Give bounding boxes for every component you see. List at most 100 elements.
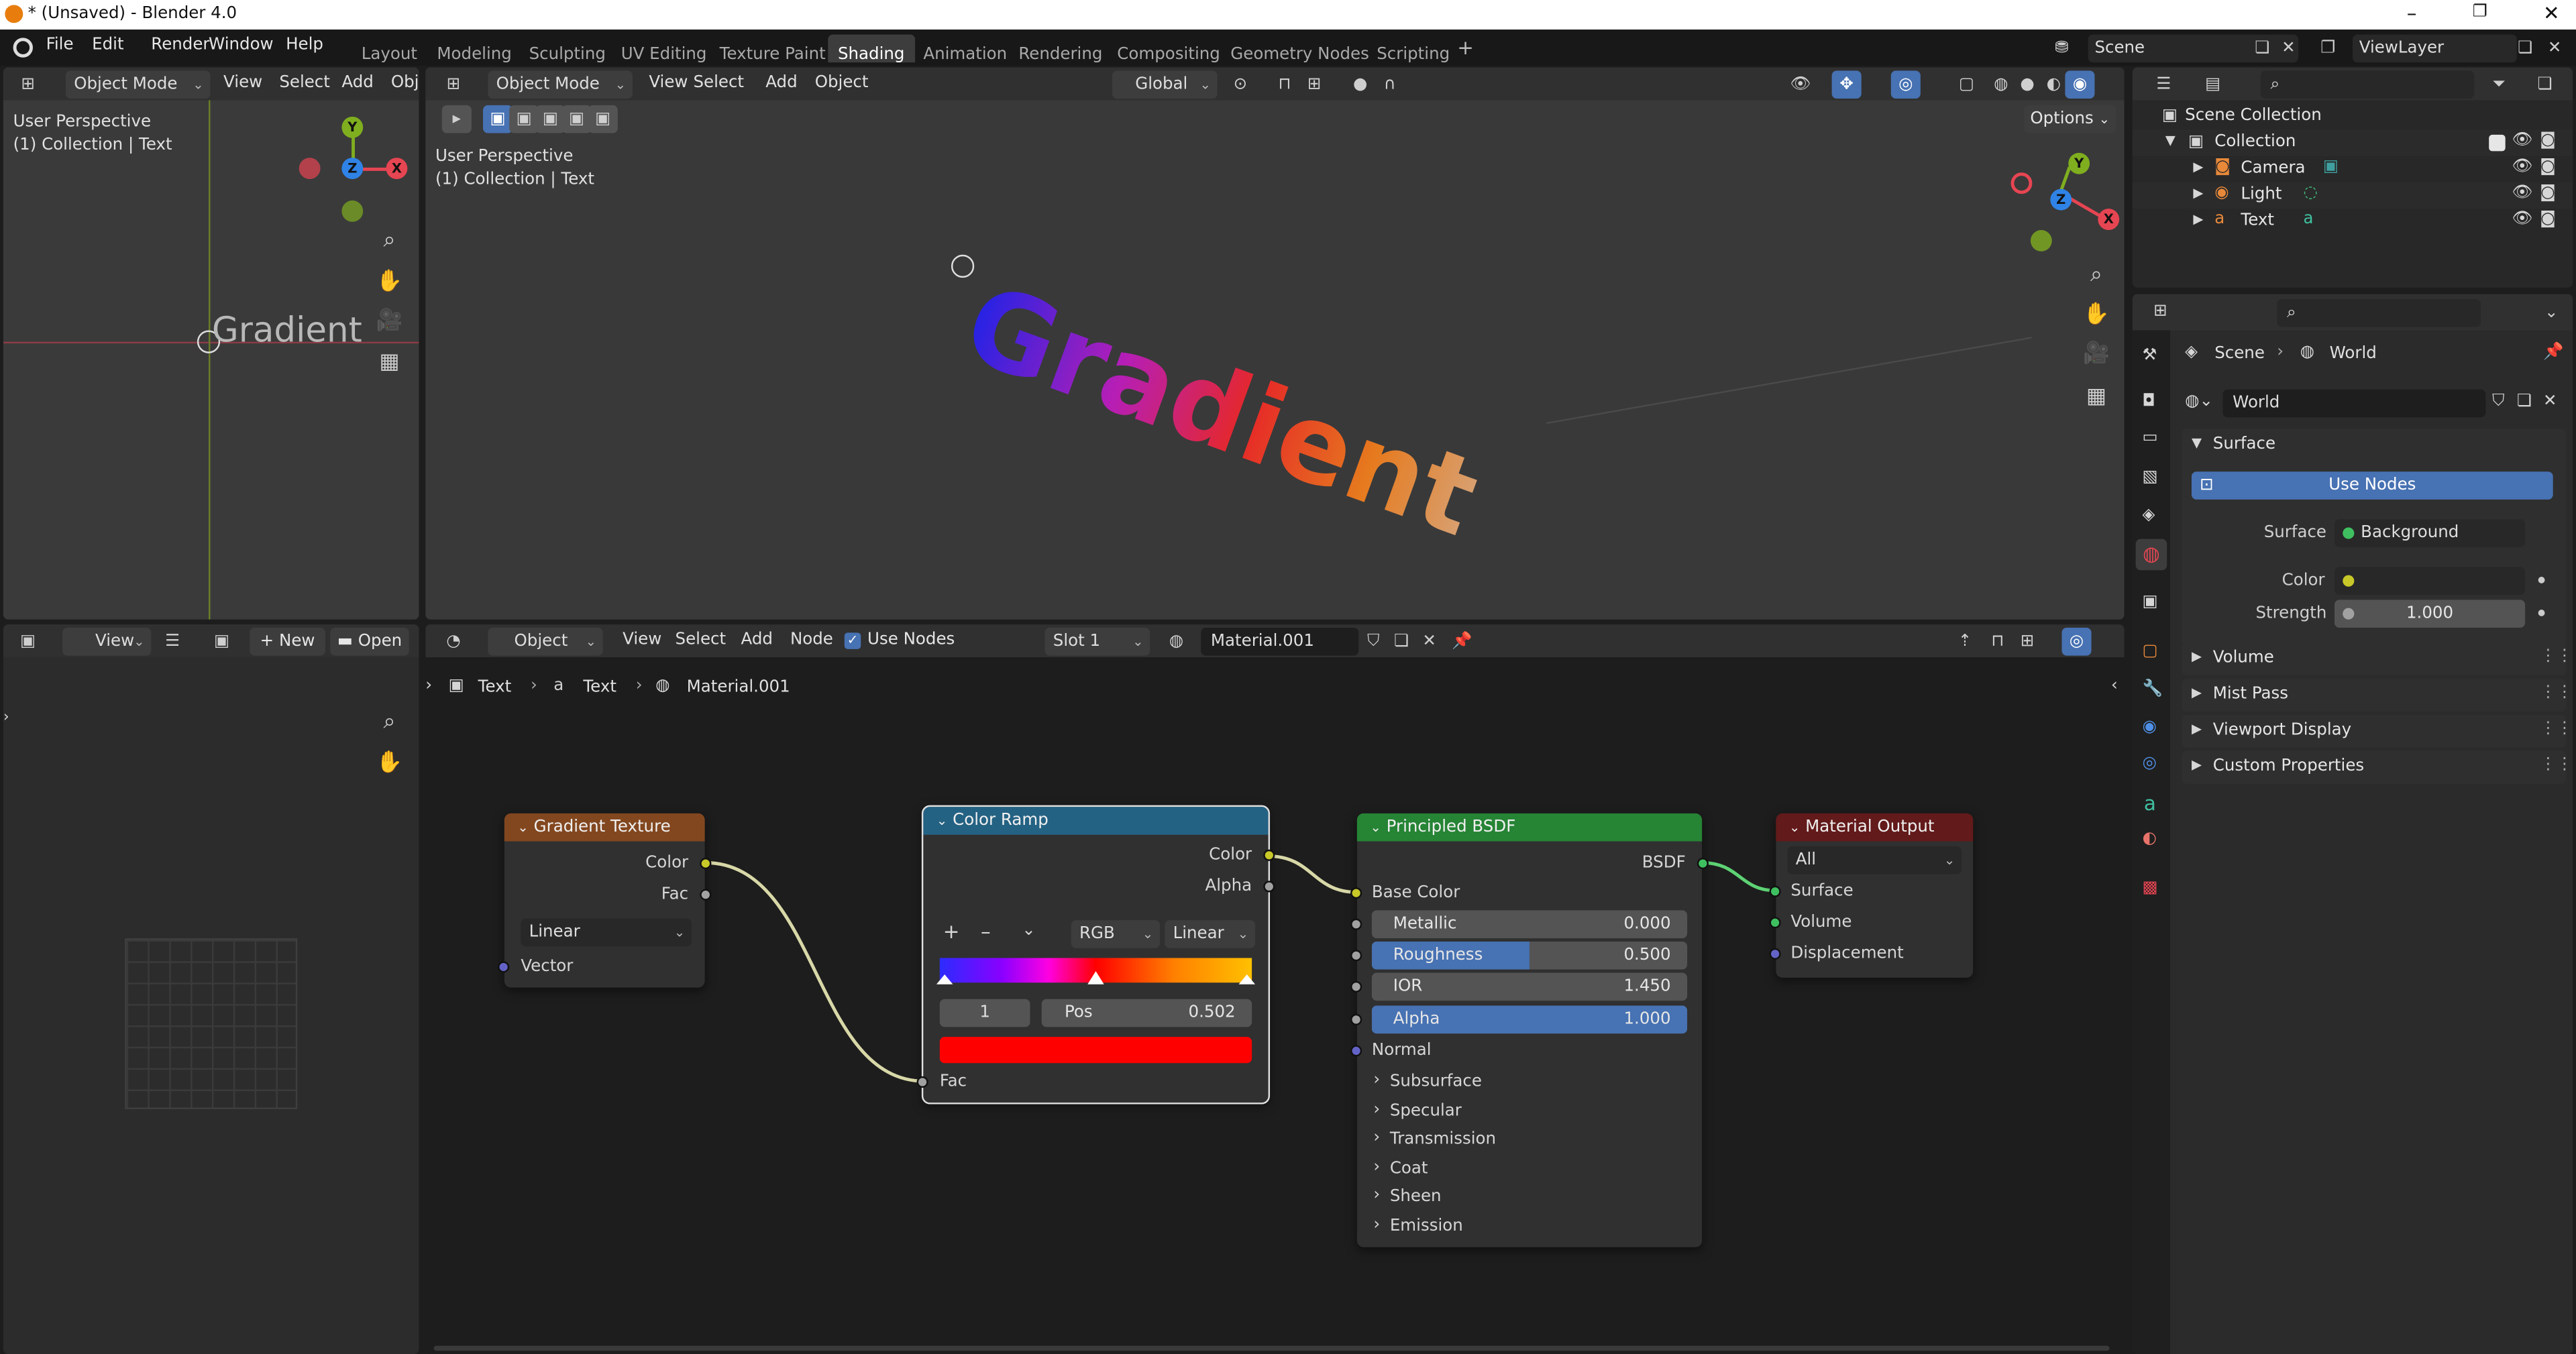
ramp-stop-2[interactable]	[1238, 974, 1256, 984]
section-chevron-icon[interactable]: ›	[1373, 1072, 1380, 1090]
main-text-object[interactable]: Gradient	[949, 260, 1493, 561]
select-extend-icon[interactable]: ▣	[509, 105, 539, 133]
outliner-row-camera[interactable]: ▶ ◙ Camera ▣ 👁 ◙	[2133, 156, 2573, 182]
grid-view-icon[interactable]: ▦	[371, 345, 407, 382]
visibility-eye-icon[interactable]: 👁	[2512, 158, 2532, 176]
maximize-icon[interactable]: ❐	[2473, 3, 2487, 21]
sidebar-toggle-icon[interactable]: ›	[3, 710, 9, 727]
render-camera-icon[interactable]: ◙	[2540, 131, 2556, 150]
bsdf-in-roughness-socket[interactable]	[1350, 950, 1362, 962]
outliner-row-light[interactable]: ▶ ◉ Light ◌ 👁 ◙	[2132, 182, 2573, 209]
keyframe-dot-icon[interactable]	[2538, 577, 2545, 583]
filter-icon[interactable]: ⏷	[2484, 70, 2514, 99]
image-editor[interactable]: ▣ View ⌄ ☰ ▣ + New ▬ Open › ⌕ ✋	[3, 624, 419, 1354]
bsdf-in-metallic-socket[interactable]	[1350, 918, 1362, 930]
scene-tab-icon[interactable]: ◈	[2142, 506, 2155, 524]
overlay-toggle-icon[interactable]: ◎	[1890, 70, 1921, 99]
scene-selector-icon[interactable]: ⛃	[2047, 34, 2076, 62]
xray-icon[interactable]: ▢	[1951, 70, 1981, 99]
gradient-out-fac-socket[interactable]	[700, 889, 712, 901]
gradient-texture-node[interactable]: ⌄ Gradient Texture Color Fac Linear ⌄ Vec…	[498, 813, 712, 988]
menu-add[interactable]: Add	[765, 74, 797, 92]
render-camera-icon[interactable]: ◙	[2540, 158, 2556, 176]
solid-shading-icon[interactable]: ●	[2012, 70, 2042, 99]
bsdf-in-alpha-socket[interactable]	[1350, 1013, 1362, 1025]
workspace-tab-modeling[interactable]: Modeling	[427, 34, 522, 64]
menu-view[interactable]: View	[223, 74, 262, 92]
editor-type-icon[interactable]: ⊞	[13, 70, 43, 99]
falloff-icon[interactable]: ∩	[1375, 70, 1405, 99]
section-chevron-icon[interactable]: ›	[1373, 1129, 1380, 1147]
ramp-stop-index-field[interactable]: 1	[939, 999, 1030, 1027]
pan-hand-icon[interactable]: ✋	[371, 746, 407, 782]
duplicate-world-icon[interactable]: ❏	[2517, 393, 2532, 411]
world-name-field[interactable]: World	[2222, 389, 2486, 418]
output-in-displacement-socket[interactable]	[1769, 948, 1781, 960]
collection-checkbox[interactable]	[2489, 134, 2506, 152]
ramp-out-alpha-socket[interactable]	[1263, 881, 1275, 893]
ramp-in-fac-socket[interactable]	[916, 1076, 928, 1088]
world-browse-icon[interactable]: ◍⌄	[2185, 393, 2213, 411]
section-expand-icon[interactable]: ▼	[2192, 435, 2202, 450]
gradient-out-color-socket[interactable]	[700, 858, 712, 870]
menu-add[interactable]: Add	[341, 74, 373, 92]
outliner[interactable]: ☰ ▤ ⌕ ⏷ ❏ ▣ Scene Collection ▼ ▣ Collect…	[2132, 67, 2573, 288]
pin-icon[interactable]: 📌	[2543, 343, 2563, 361]
properties-search-input[interactable]: ⌕	[2277, 298, 2481, 327]
new-view-layer-icon[interactable]: ❏	[2510, 34, 2540, 62]
drag-handle-icon[interactable]: ⋮⋮	[2540, 683, 2573, 701]
surface-shader-field[interactable]: Background	[2334, 519, 2526, 547]
bsdf-section-coat[interactable]: › Coat	[1372, 1156, 1684, 1182]
workspace-tab-scripting[interactable]: Scripting	[1367, 34, 1460, 64]
properties-editor[interactable]: ⊞ ⌕ ⌄ ⚒ ◘ ▭ ▧ ◈ ◍ ▣ ▢ 🔧 ◉ ◎ a ◐ ▩ ◈ Scen…	[2132, 294, 2573, 1354]
properties-section-viewport-display[interactable]: ▶ Viewport Display ⋮⋮	[2182, 714, 2573, 748]
snap-icon[interactable]: ⊓	[1270, 70, 1299, 99]
options-chevron-icon[interactable]: ⌄	[2536, 299, 2566, 327]
gizmo-neg-y-axis[interactable]	[341, 200, 364, 222]
left-text-object[interactable]: Gradient	[212, 311, 362, 350]
menu-render[interactable]: Render	[151, 36, 209, 54]
pan-hand-icon[interactable]: ✋	[371, 264, 407, 300]
gizmo-neg-x-axis[interactable]	[2010, 172, 2033, 194]
gradient-node-header[interactable]: ⌄ Gradient Texture	[504, 813, 705, 842]
alpha-slider[interactable]: Alpha 1.000	[1371, 1005, 1688, 1034]
ramp-interpolation-dropdown[interactable]: Linear ⌄	[1165, 920, 1256, 948]
ramp-pos-slider[interactable]: Pos 0.502	[1041, 999, 1252, 1027]
metallic-slider[interactable]: Metallic 0.000	[1371, 910, 1688, 939]
menu-edit[interactable]: Edit	[92, 36, 123, 54]
pan-hand-icon[interactable]: ✋	[2078, 297, 2114, 333]
section-expand-icon[interactable]: ▶	[2192, 758, 2202, 773]
link-color-to-basecolor[interactable]	[1268, 854, 1357, 894]
ramp-stop-1[interactable]	[1087, 971, 1104, 984]
view-layer-icon[interactable]: ❐	[2313, 34, 2343, 62]
output-in-volume-socket[interactable]	[1769, 917, 1781, 929]
transform-orientation-dropdown[interactable]: Global ⌄	[1112, 70, 1218, 99]
light-data-icon[interactable]: ◌	[2303, 184, 2317, 202]
main-mode-dropdown[interactable]: Object Mode ⌄	[488, 70, 633, 99]
gizmo-neg-x-axis[interactable]	[299, 158, 321, 180]
render-tab-icon[interactable]: ◘	[2142, 393, 2155, 411]
visibility-eye-icon[interactable]: 👁	[2512, 184, 2532, 202]
render-camera-icon[interactable]: ◙	[2540, 211, 2556, 229]
unlink-world-icon[interactable]: ✕	[2543, 393, 2557, 411]
expand-arrow-icon[interactable]: ▼	[2165, 133, 2176, 148]
section-expand-icon[interactable]: ▶	[2192, 649, 2202, 664]
delete-view-layer-icon[interactable]: ✕	[2540, 34, 2569, 62]
object-tab-icon[interactable]: ▢	[2142, 642, 2157, 661]
ramp-stop-0[interactable]	[936, 974, 953, 984]
collapse-chevron-icon[interactable]: ⌄	[936, 813, 947, 828]
color-ramp-header[interactable]: ⌄ Color Ramp	[923, 807, 1269, 835]
texture-tab-icon[interactable]: ▩	[2142, 879, 2157, 897]
gizmo-z-axis[interactable]: Z	[2050, 188, 2072, 211]
gizmo-z-axis[interactable]: Z	[341, 158, 364, 180]
pivot-icon[interactable]: ⊙	[1226, 70, 1255, 99]
select-tool-icon[interactable]: ▸	[441, 105, 472, 133]
visibility-icon[interactable]: 👁	[1786, 70, 1815, 99]
editor-type-icon[interactable]: ⊞	[439, 70, 468, 99]
visibility-eye-icon[interactable]: 👁	[2512, 211, 2532, 229]
workspace-tab-compositing[interactable]: Compositing	[1108, 34, 1230, 64]
outliner-row-scene-collection[interactable]: ▣ Scene Collection	[2133, 103, 2573, 129]
section-chevron-icon[interactable]: ›	[1373, 1100, 1380, 1118]
main-viewport[interactable]: ⊞ Object Mode ⌄ View Select Add Object Globa…	[425, 67, 2125, 620]
color-field[interactable]	[2334, 567, 2526, 595]
